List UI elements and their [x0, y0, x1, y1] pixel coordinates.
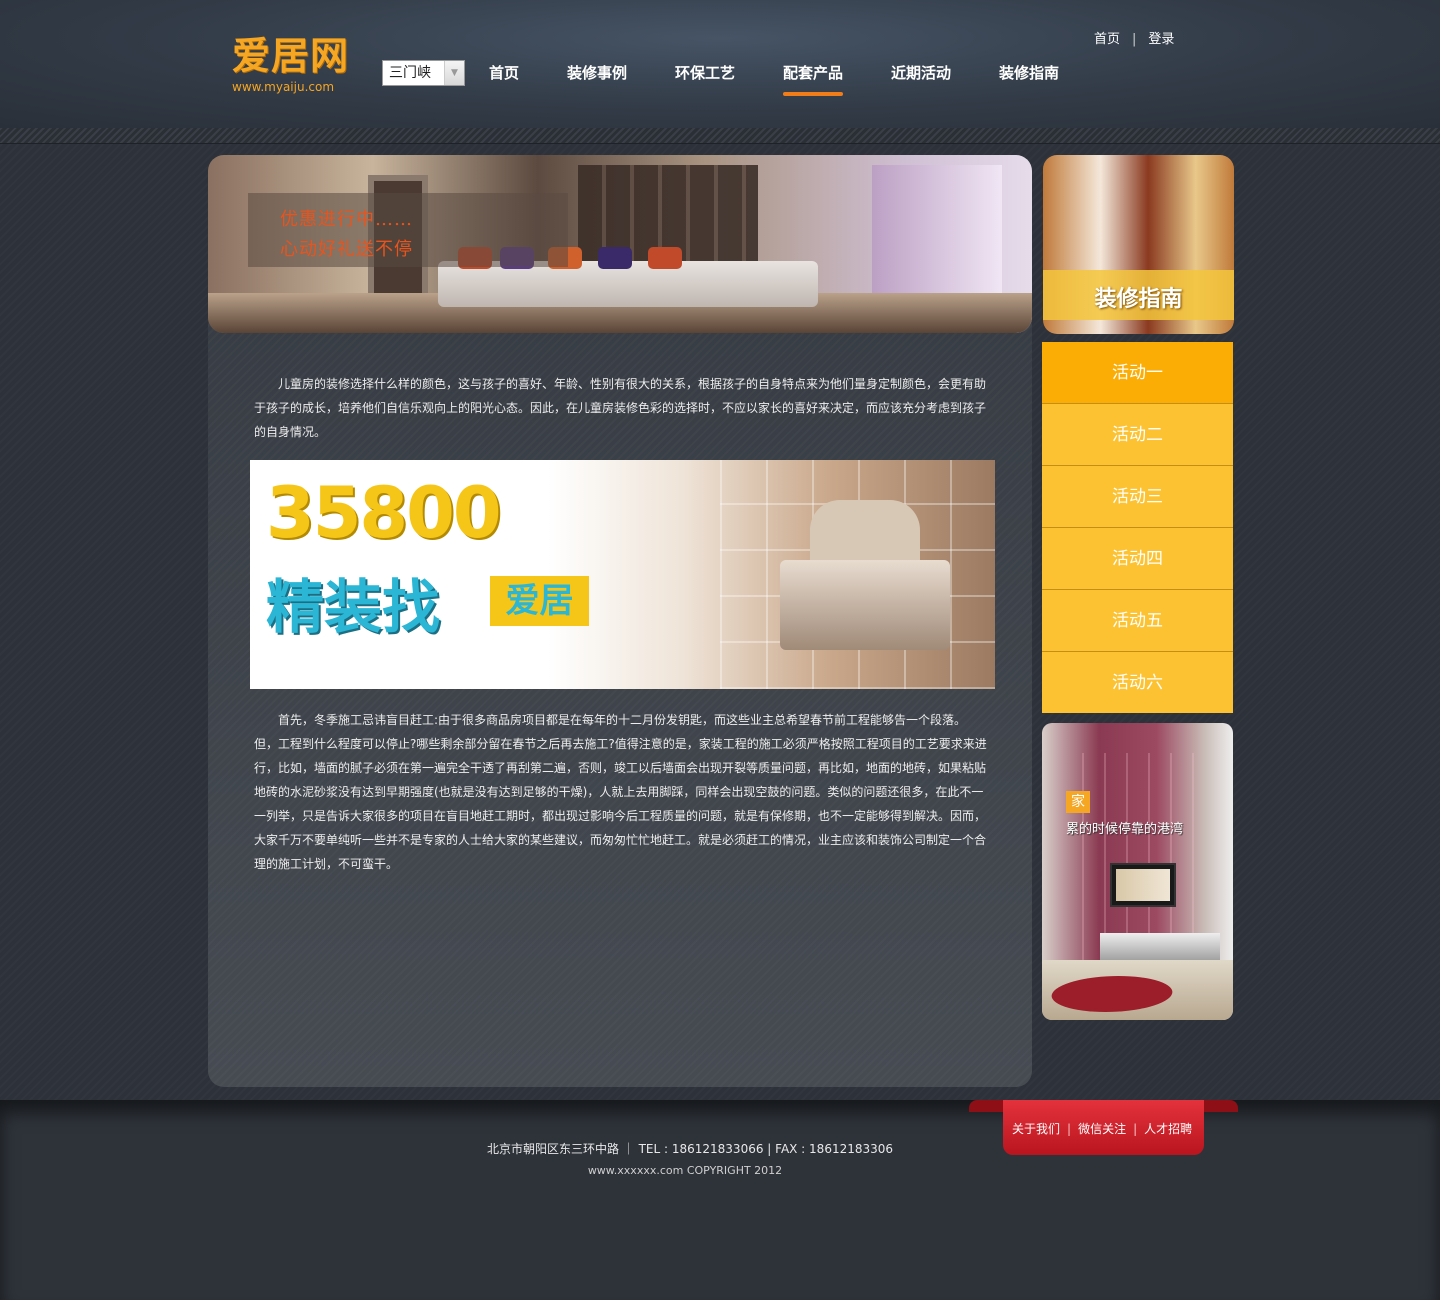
nav-products[interactable]: 配套产品	[783, 62, 844, 96]
footer-link-careers[interactable]: 人才招聘	[1144, 1120, 1192, 1137]
promo-banner[interactable]: 优惠进行中…… 心动好礼送不停	[208, 155, 1032, 333]
article-paragraph-2: 首先，冬季施工忌讳盲目赶工:由于很多商品房项目都是在每年的十二月份发钥匙，而这些…	[254, 713, 987, 871]
footer-link-separator: |	[1067, 1122, 1072, 1136]
living-room-photo[interactable]	[1042, 723, 1233, 1020]
promo-brand-badge: 爱居	[490, 576, 589, 626]
footer-link-wechat[interactable]: 微信关注	[1078, 1120, 1126, 1137]
logo-text: 爱居网	[232, 34, 350, 78]
promo-bed-image	[780, 560, 950, 650]
wallpaper-stripes	[1082, 753, 1202, 963]
nav-eco-craft[interactable]: 环保工艺	[675, 62, 735, 84]
guide-banner-title: 装修指南	[1094, 287, 1183, 312]
tv-screen	[1116, 869, 1170, 901]
city-select-value: 三门峡	[389, 65, 431, 81]
ribbon-fold-right	[1204, 1100, 1238, 1112]
banner-window-image	[872, 165, 1002, 305]
ribbon-fold-left	[969, 1100, 1003, 1112]
activity-item-6[interactable]: 活动六	[1042, 652, 1233, 713]
banner-subheadline: 心动好礼送不停	[280, 239, 413, 260]
banner-pillow	[648, 247, 682, 269]
logo-url: www.myaiju.com	[232, 80, 335, 94]
footer-address: 北京市朝阳区东三环中路 ｜ TEL : 186121833066 | FAX :…	[486, 1142, 894, 1156]
city-select[interactable]: 三门峡 ▼	[382, 60, 465, 86]
activity-item-2[interactable]: 活动二	[1042, 404, 1233, 466]
footer-link-about[interactable]: 关于我们	[1012, 1120, 1060, 1137]
nav-home[interactable]: 首页	[489, 62, 519, 84]
promo-image[interactable]: 35800 精装找 爱居	[250, 460, 995, 689]
home-badge: 家	[1066, 791, 1090, 813]
footer-links: 关于我们 | 微信关注 | 人才招聘	[1012, 1120, 1192, 1137]
promo-price: 35800	[266, 472, 502, 554]
guide-banner[interactable]: 装修指南	[1043, 155, 1234, 334]
footer	[0, 1100, 1440, 1300]
top-link-home[interactable]: 首页	[1094, 28, 1120, 47]
nav-events[interactable]: 近期活动	[891, 62, 951, 84]
site-logo[interactable]: 爱居网 www.myaiju.com	[232, 34, 364, 98]
tv-cabinet-image	[1100, 933, 1220, 963]
chevron-down-icon[interactable]: ▼	[444, 61, 464, 85]
top-link-separator: |	[1132, 32, 1137, 47]
article-paragraph-1: 儿童房的装修选择什么样的颜色，这与孩子的喜好、年龄、性别有很大的关系，根据孩子的…	[254, 377, 987, 439]
tv-image	[1110, 863, 1176, 907]
footer-link-separator: |	[1133, 1122, 1138, 1136]
footer-copyright: www.xxxxxx.com COPYRIGHT 2012	[587, 1164, 783, 1177]
banner-headline: 优惠进行中……	[280, 209, 413, 230]
top-links: 首页 | 登录	[1094, 28, 1174, 47]
activity-list: 活动一 活动二 活动三 活动四 活动五 活动六	[1042, 342, 1233, 713]
header-divider	[0, 128, 1440, 144]
photo-caption: 累的时候停靠的港湾	[1066, 822, 1184, 837]
activity-item-5[interactable]: 活动五	[1042, 590, 1233, 652]
activity-item-3[interactable]: 活动三	[1042, 466, 1233, 528]
nav-guide[interactable]: 装修指南	[999, 62, 1059, 84]
nav-cases[interactable]: 装修事例	[567, 62, 627, 84]
promo-slogan: 精装找	[266, 573, 441, 641]
top-link-login[interactable]: 登录	[1148, 28, 1174, 47]
activity-item-1[interactable]: 活动一	[1042, 342, 1233, 404]
banner-pillow	[598, 247, 632, 269]
activity-item-4[interactable]: 活动四	[1042, 528, 1233, 590]
